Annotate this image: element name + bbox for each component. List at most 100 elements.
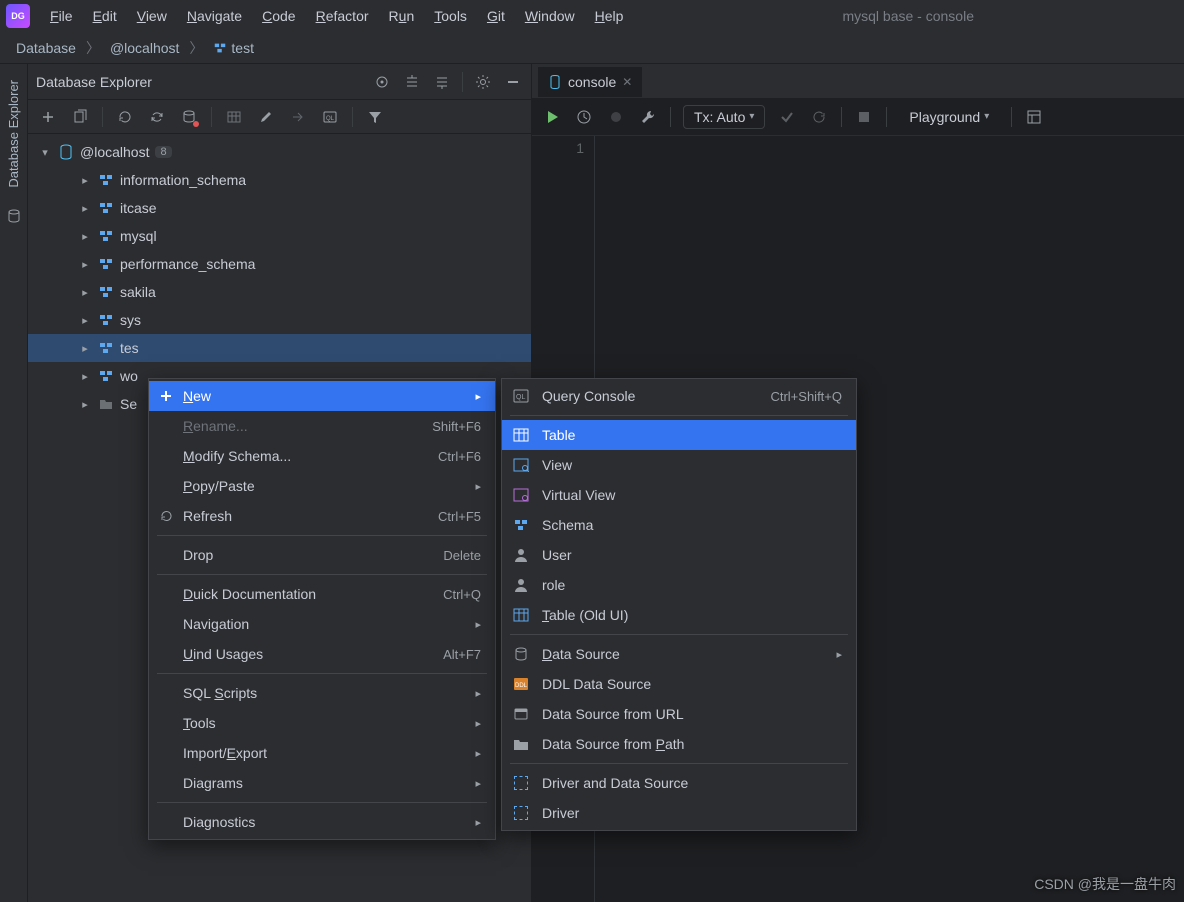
submenu-item-query-console[interactable]: QLQuery ConsoleCtrl+Shift+Q: [502, 381, 856, 411]
console-icon[interactable]: QL: [320, 107, 340, 127]
panel-header: Database Explorer: [28, 64, 531, 100]
tree-node[interactable]: sys: [28, 306, 531, 334]
chevron-right-icon[interactable]: [78, 230, 92, 243]
schema-icon: [98, 312, 114, 328]
watermark: CSDN @我是一盘牛肉: [1034, 874, 1176, 894]
ctx-item-new[interactable]: New▸: [149, 381, 495, 411]
refresh-icon[interactable]: [115, 107, 135, 127]
edit-icon[interactable]: [256, 107, 276, 127]
ctx-item-import-export[interactable]: Import/Export▸: [149, 738, 495, 768]
tx-mode-dropdown[interactable]: Tx: Auto▾: [683, 105, 765, 129]
database-rail-icon[interactable]: [4, 206, 24, 226]
sync-icon[interactable]: [147, 107, 167, 127]
tree-node[interactable]: information_schema: [28, 166, 531, 194]
submenu-item-view[interactable]: View: [502, 450, 856, 480]
circle-icon[interactable]: [606, 107, 626, 127]
menu-code[interactable]: Code: [252, 4, 305, 28]
tree-node[interactable]: itcase: [28, 194, 531, 222]
table-icon[interactable]: [224, 107, 244, 127]
ctx-item-navigation[interactable]: Navigation▸: [149, 609, 495, 639]
submenu-item-table[interactable]: Table: [502, 420, 856, 450]
target-icon[interactable]: [372, 72, 392, 92]
stop-db-icon[interactable]: [179, 107, 199, 127]
tree-node[interactable]: sakila: [28, 278, 531, 306]
ctx-item-find-usages[interactable]: Uind UsagesAlt+F7: [149, 639, 495, 669]
commit-icon[interactable]: [777, 107, 797, 127]
tree-root-localhost[interactable]: @localhost 8: [28, 138, 531, 166]
menu-help[interactable]: Help: [585, 4, 634, 28]
rollback-icon[interactable]: [809, 107, 829, 127]
menu-edit[interactable]: Edit: [83, 4, 127, 28]
menu-file[interactable]: File: [40, 4, 83, 28]
history-icon[interactable]: [574, 107, 594, 127]
expand-icon[interactable]: [402, 72, 422, 92]
chevron-right-icon[interactable]: [78, 202, 92, 215]
submenu-item-driver-and-data-source[interactable]: Driver and Data Source: [502, 768, 856, 798]
qc-icon: QL: [512, 389, 530, 403]
chevron-down-icon: ▾: [984, 111, 989, 122]
submenu-item-data-source[interactable]: Data Source▸: [502, 639, 856, 669]
submenu-item-schema[interactable]: Schema: [502, 510, 856, 540]
chevron-right-icon[interactable]: [78, 314, 92, 327]
minimize-icon[interactable]: [503, 72, 523, 92]
crumb-host[interactable]: @localhost: [104, 38, 185, 58]
tab-console[interactable]: console ✕: [538, 65, 642, 97]
submenu-item-driver[interactable]: Driver: [502, 798, 856, 828]
tree-node[interactable]: mysql: [28, 222, 531, 250]
ctx-item-copy-paste[interactable]: Popy/Paste▸: [149, 471, 495, 501]
menu-window[interactable]: Window: [515, 4, 585, 28]
chevron-right-icon: ▸: [475, 687, 481, 700]
close-icon[interactable]: ✕: [622, 75, 632, 89]
add-icon[interactable]: [38, 107, 58, 127]
shortcut-label: Delete: [443, 548, 481, 563]
chevron-right-icon[interactable]: [78, 286, 92, 299]
tree-node-test[interactable]: tes: [28, 334, 531, 362]
ctx-item-modify-schema-[interactable]: Modify Schema...Ctrl+F6: [149, 441, 495, 471]
menu-run[interactable]: Run: [379, 4, 425, 28]
run-button[interactable]: [542, 107, 562, 127]
submenu-item-user[interactable]: User: [502, 540, 856, 570]
menu-git[interactable]: Git: [477, 4, 515, 28]
chevron-right-icon[interactable]: [78, 342, 92, 355]
submenu-item-data-source-from-path[interactable]: Data Source from Path: [502, 729, 856, 759]
menu-refactor[interactable]: Refactor: [306, 4, 379, 28]
schema-icon: [213, 41, 227, 55]
crumb-database[interactable]: Database: [10, 38, 82, 58]
submenu-item-virtual-view[interactable]: Virtual View: [502, 480, 856, 510]
gear-icon[interactable]: [473, 72, 493, 92]
wrench-icon[interactable]: [638, 107, 658, 127]
stop-icon[interactable]: [854, 107, 874, 127]
layout-icon[interactable]: [1024, 107, 1044, 127]
ctx-item-diagrams[interactable]: Diagrams▸: [149, 768, 495, 798]
ctx-item-sql-scripts[interactable]: SQL Scripts▸: [149, 678, 495, 708]
filter-icon[interactable]: [365, 107, 385, 127]
chevron-right-icon: ▸: [475, 390, 481, 403]
rail-database-explorer[interactable]: Database Explorer: [6, 72, 21, 196]
collapse-icon[interactable]: [432, 72, 452, 92]
submenu-item-ddl-data-source[interactable]: DDLDDL Data Source: [502, 669, 856, 699]
jump-icon[interactable]: [288, 107, 308, 127]
ctx-item-diagnostics[interactable]: Diagnostics▸: [149, 807, 495, 837]
chevron-right-icon[interactable]: [78, 398, 92, 411]
shortcut-label: Alt+F7: [443, 647, 481, 662]
submenu-item-role[interactable]: role: [502, 570, 856, 600]
chevron-right-icon: ▸: [475, 717, 481, 730]
chevron-right-icon[interactable]: [78, 258, 92, 271]
db-icon: [512, 646, 530, 662]
menu-tools[interactable]: Tools: [424, 4, 477, 28]
tree-node[interactable]: performance_schema: [28, 250, 531, 278]
ctx-item-tools[interactable]: Tools▸: [149, 708, 495, 738]
submenu-item-table-old-ui-[interactable]: Table (Old UI): [502, 600, 856, 630]
chevron-right-icon[interactable]: [78, 370, 92, 383]
chevron-right-icon[interactable]: [78, 174, 92, 187]
ctx-item-refresh[interactable]: RefreshCtrl+F5: [149, 501, 495, 531]
menu-view[interactable]: View: [127, 4, 177, 28]
chevron-down-icon[interactable]: [38, 146, 52, 159]
ctx-item-quick-documentation[interactable]: Duick DocumentationCtrl+Q: [149, 579, 495, 609]
menu-navigate[interactable]: Navigate: [177, 4, 252, 28]
submenu-item-data-source-from-url[interactable]: Data Source from URL: [502, 699, 856, 729]
ctx-item-drop[interactable]: DropDelete: [149, 540, 495, 570]
copy-icon[interactable]: [70, 107, 90, 127]
crumb-schema[interactable]: test: [207, 38, 260, 58]
playground-dropdown[interactable]: Playground▾: [899, 106, 999, 128]
